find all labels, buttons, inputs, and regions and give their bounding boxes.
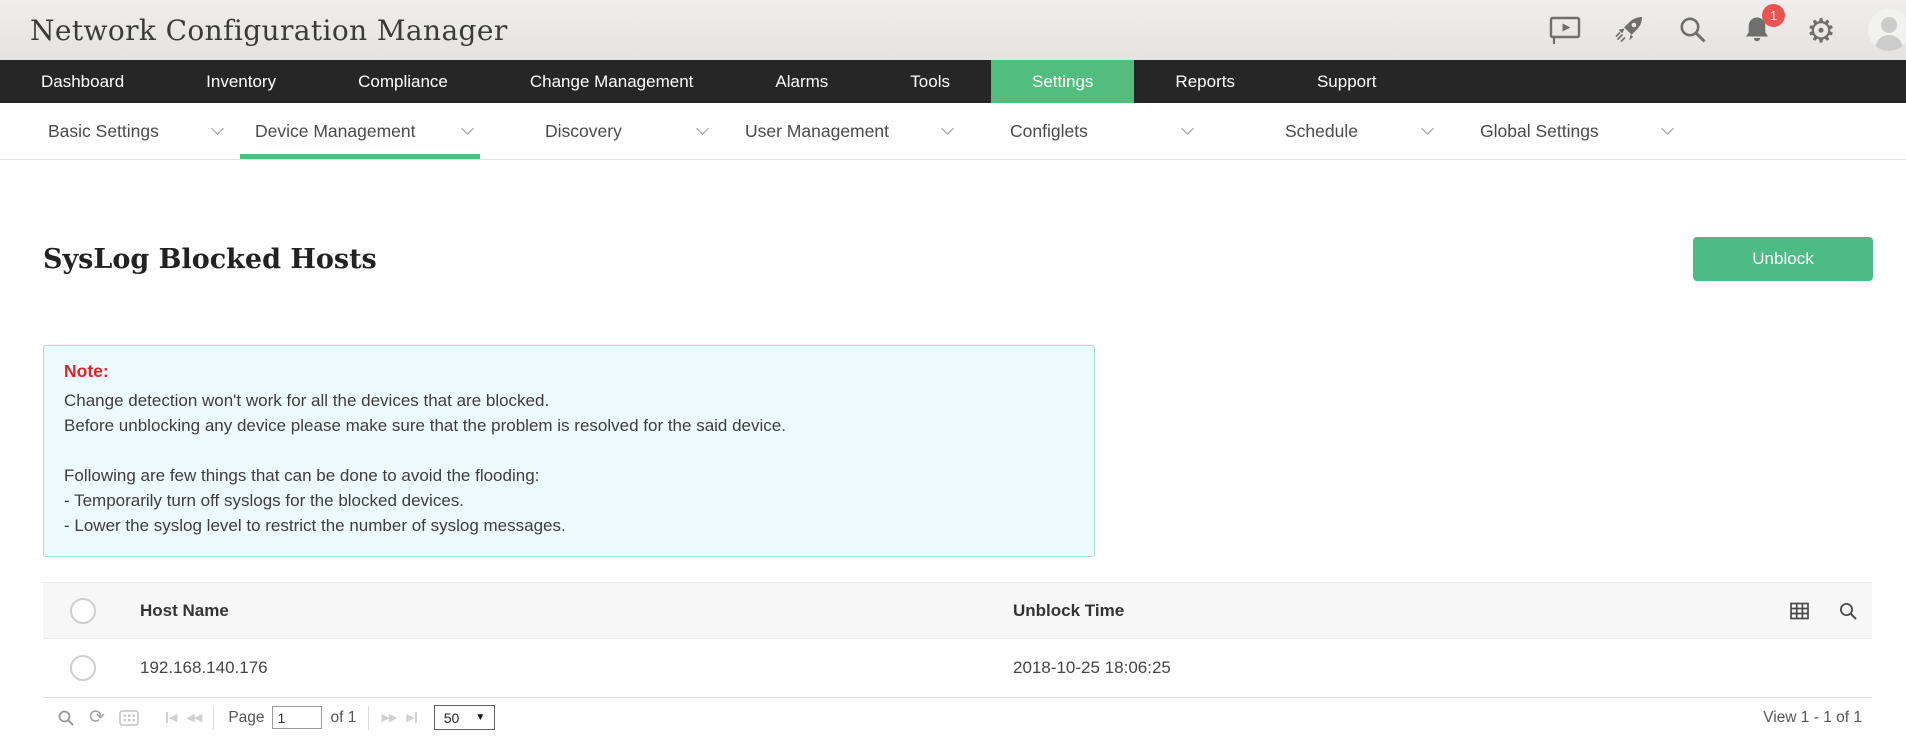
note-line: - Lower the syslog level to restrict the… (64, 516, 566, 535)
app-header: Network Configuration Manager 1 ⚙ (0, 0, 1906, 60)
caret-down-icon: ▼ (475, 712, 486, 723)
subnav-discovery[interactable]: Discovery (545, 103, 709, 159)
app-title: Network Configuration Manager (30, 13, 508, 47)
subnav-basic-settings[interactable]: Basic Settings (48, 103, 224, 159)
table-header-row: Host Name Unblock Time (43, 582, 1872, 639)
nav-reports[interactable]: Reports (1134, 60, 1276, 103)
column-header-unblock-time[interactable]: Unblock Time (1013, 601, 1124, 621)
host-name-cell: 192.168.140.176 (140, 658, 268, 677)
page-size-select[interactable]: 50 ▼ (433, 705, 496, 730)
previous-page-button[interactable]: ◀◀ (186, 711, 202, 724)
subnav-label: Device Management (255, 120, 416, 141)
unblock-time-cell: 2018-10-25 18:06:25 (1013, 658, 1171, 677)
page-number-input[interactable] (271, 706, 322, 729)
chevron-down-icon (696, 122, 709, 135)
settings-subnav: Basic Settings Device Management Discove… (0, 103, 1906, 160)
page-of-label: of 1 (330, 708, 357, 726)
table-header-tools (1789, 601, 1858, 621)
nav-compliance[interactable]: Compliance (317, 60, 489, 103)
avatar-shoulders (1875, 35, 1903, 51)
refresh-icon[interactable]: ⟳ (89, 708, 105, 727)
select-all-radio[interactable] (70, 597, 96, 624)
next-page-button[interactable]: ▶▶ (381, 711, 397, 724)
note-line: Before unblocking any device please make… (64, 416, 786, 435)
avatar-head (1881, 17, 1897, 33)
subnav-label: Discovery (545, 120, 622, 141)
subnav-label: Schedule (1285, 120, 1358, 141)
nav-inventory[interactable]: Inventory (165, 60, 317, 103)
last-page-button[interactable]: ▶ (406, 711, 417, 724)
footer-search-icon[interactable] (57, 709, 75, 727)
chevron-down-icon (1661, 122, 1674, 135)
subnav-label: Configlets (1010, 120, 1088, 141)
column-header-host-name[interactable]: Host Name (140, 601, 1013, 621)
view-range-label: View 1 - 1 of 1 (1763, 708, 1862, 726)
active-tab-underline (240, 154, 480, 159)
subnav-configlets[interactable]: Configlets (1010, 103, 1194, 159)
subnav-device-management[interactable]: Device Management (240, 103, 480, 159)
subnav-label: Global Settings (1480, 120, 1599, 141)
row-radio[interactable] (70, 655, 96, 681)
subnav-user-management[interactable]: User Management (745, 103, 954, 159)
page-title: SysLog Blocked Hosts (43, 243, 377, 275)
note-line: Following are few things that can be don… (64, 466, 540, 485)
column-chooser-icon[interactable] (1789, 601, 1810, 621)
divider (368, 705, 370, 730)
chevron-down-icon (211, 122, 224, 135)
unblock-button[interactable]: Unblock (1693, 237, 1873, 281)
nav-support[interactable]: Support (1276, 60, 1418, 103)
nav-alarms[interactable]: Alarms (734, 60, 869, 103)
nav-dashboard[interactable]: Dashboard (0, 60, 165, 103)
chevron-down-icon (941, 122, 954, 135)
divider (213, 705, 215, 730)
notification-count-badge: 1 (1762, 4, 1785, 27)
nav-settings[interactable]: Settings (990, 60, 1135, 103)
main-nav: Dashboard Inventory Compliance Change Ma… (0, 60, 1906, 103)
subnav-label: User Management (745, 120, 889, 141)
nav-change-management[interactable]: Change Management (489, 60, 735, 103)
notifications-bell-icon[interactable]: 1 (1740, 4, 1785, 47)
note-box: Note: Change detection won't work for al… (43, 345, 1095, 557)
blocked-hosts-table: Host Name Unblock Time 192.168.140.176 2… (43, 582, 1872, 737)
note-label: Note: (64, 361, 109, 381)
page-size-value: 50 (443, 709, 460, 726)
subnav-schedule[interactable]: Schedule (1285, 103, 1434, 159)
table-search-icon[interactable] (1838, 601, 1858, 621)
gear-icon[interactable]: ⚙ (1804, 13, 1838, 47)
header-icons: 1 ⚙ (1548, 4, 1906, 51)
page-label: Page (228, 708, 265, 726)
page-head: SysLog Blocked Hosts Unblock (43, 237, 1873, 281)
table-footer: ⟳ ◀ ◀◀ Page of 1 ▶▶ ▶ 50 ▼ View 1 - 1 of… (43, 697, 1872, 737)
chevron-down-icon (1421, 122, 1434, 135)
user-avatar[interactable] (1868, 9, 1906, 51)
note-line: - Temporarily turn off syslogs for the b… (64, 491, 464, 510)
note-line: Change detection won't work for all the … (64, 391, 550, 410)
nav-tools[interactable]: Tools (869, 60, 991, 103)
search-icon[interactable] (1676, 13, 1710, 47)
subnav-global-settings[interactable]: Global Settings (1480, 103, 1674, 159)
grid-view-icon[interactable] (119, 709, 139, 726)
first-page-button[interactable]: ◀ (165, 711, 177, 724)
subnav-label: Basic Settings (48, 120, 159, 141)
chevron-down-icon (461, 122, 474, 135)
table-row: 192.168.140.176 2018-10-25 18:06:25 (43, 639, 1872, 697)
chevron-down-icon (1181, 122, 1194, 135)
presentation-icon[interactable] (1548, 13, 1582, 47)
rocket-icon[interactable] (1612, 13, 1646, 47)
